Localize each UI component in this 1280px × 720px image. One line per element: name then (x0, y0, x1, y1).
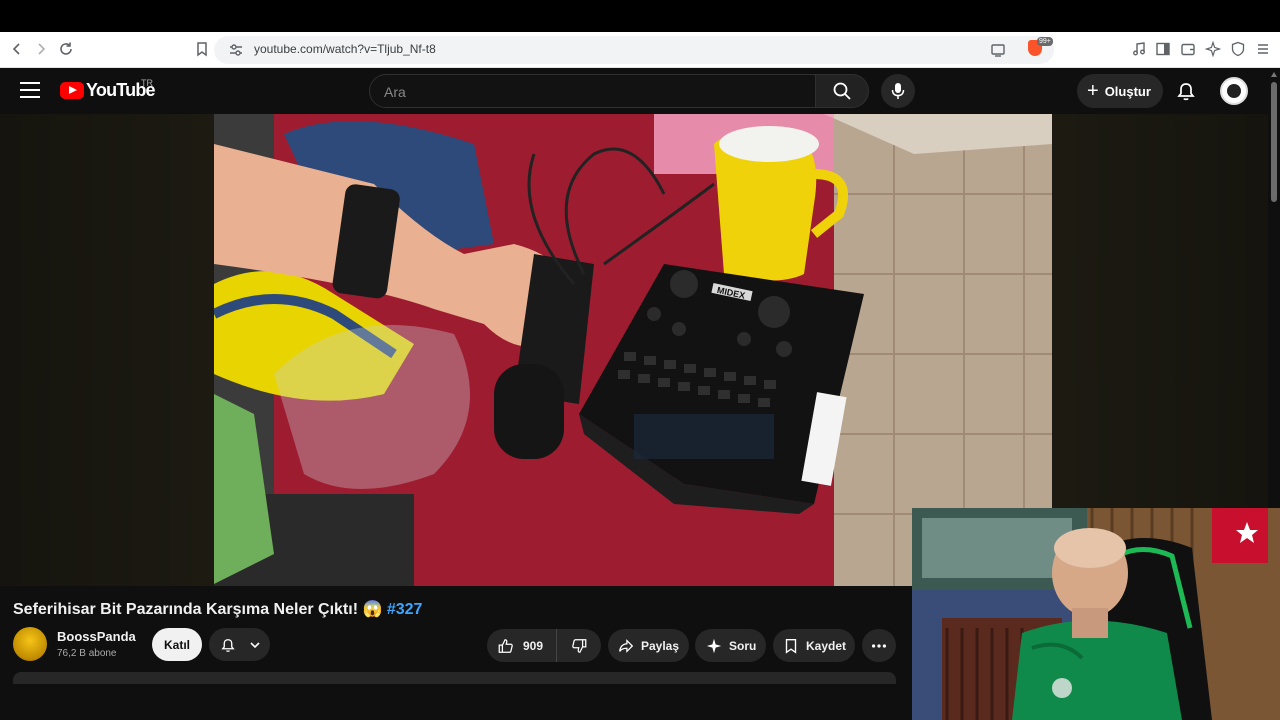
voice-search-button[interactable] (881, 74, 915, 108)
video-hashtag-link[interactable]: #327 (387, 601, 423, 618)
wallet-icon[interactable] (1177, 38, 1199, 60)
scrollbar-thumb[interactable] (1271, 82, 1277, 202)
search-placeholder: Ara (384, 84, 406, 100)
reload-icon[interactable] (55, 38, 77, 60)
search-button[interactable] (815, 74, 869, 108)
like-button[interactable]: 909 (487, 629, 557, 662)
create-label: Oluştur (1104, 83, 1151, 99)
ask-label: Soru (729, 638, 757, 653)
like-count: 909 (523, 638, 544, 653)
more-actions-button[interactable] (862, 629, 896, 662)
url-text[interactable]: youtube.com/watch?v=Tljub_Nf-t8 (254, 42, 436, 56)
sparkle-icon (706, 638, 722, 653)
address-bar[interactable]: youtube.com/watch?v=Tljub_Nf-t8 (214, 36, 1054, 64)
channel-avatar[interactable] (13, 627, 47, 661)
subscriber-count: 76,2 B abone (57, 648, 117, 659)
shield-count-badge: 99+ (1037, 37, 1053, 46)
browser-menu-icon[interactable] (1252, 38, 1274, 60)
sidebar-icon[interactable] (1152, 38, 1174, 60)
join-button[interactable]: Katıl (152, 628, 202, 661)
share-icon (619, 638, 634, 653)
like-dislike-group: 909 (487, 629, 601, 662)
browser-toolbar: youtube.com/watch?v=Tljub_Nf-t8 99+ (0, 32, 1280, 68)
webcam-overlay (912, 508, 1280, 720)
share-label: Paylaş (641, 638, 680, 653)
chevron-down-icon (250, 641, 260, 648)
more-horizontal-icon (871, 643, 887, 648)
search-input[interactable]: Ara (369, 74, 816, 108)
bell-icon (221, 638, 235, 652)
description-box[interactable] (13, 672, 896, 684)
back-icon[interactable] (6, 38, 28, 60)
subscription-notification-button[interactable] (209, 628, 270, 661)
ask-button[interactable]: Soru (695, 629, 766, 662)
microphone-icon (891, 83, 905, 99)
region-code: TR (141, 78, 153, 88)
youtube-play-icon (60, 82, 84, 99)
dislike-button[interactable] (557, 629, 601, 662)
window-top-bar (0, 0, 1280, 32)
bookmark-save-icon (785, 638, 797, 654)
channel-name[interactable]: BoossPanda (57, 629, 136, 644)
cast-icon[interactable] (990, 42, 1006, 58)
save-button[interactable]: Kaydet (773, 629, 855, 662)
media-icon[interactable] (1128, 38, 1150, 60)
vpn-icon[interactable] (1227, 38, 1249, 60)
video-title-text: Seferihisar Bit Pazarında Karşıma Neler … (13, 601, 383, 618)
account-avatar[interactable] (1220, 77, 1248, 105)
share-button[interactable]: Paylaş (608, 629, 689, 662)
plus-icon: + (1087, 80, 1099, 102)
notifications-bell-icon[interactable] (1174, 80, 1198, 102)
youtube-header: YouTube TR Ara + Oluştur (0, 68, 1280, 114)
leo-ai-icon[interactable] (1202, 38, 1224, 60)
scroll-up-arrow[interactable] (1271, 72, 1277, 77)
webcam-image (912, 508, 1280, 720)
save-label: Kaydet (806, 638, 847, 653)
thumbs-down-icon (572, 638, 587, 653)
site-settings-icon[interactable] (228, 42, 244, 58)
brave-shield-icon[interactable]: 99+ (1028, 37, 1053, 58)
forward-icon[interactable] (30, 38, 52, 60)
create-button[interactable]: + Oluştur (1077, 74, 1163, 108)
video-title: Seferihisar Bit Pazarında Karşıma Neler … (13, 599, 422, 619)
thumbs-up-icon (498, 638, 513, 653)
hamburger-menu-icon[interactable] (20, 82, 40, 100)
youtube-logo[interactable]: YouTube TR (60, 78, 156, 101)
bookmark-icon[interactable] (191, 38, 213, 60)
search-icon (833, 82, 851, 100)
